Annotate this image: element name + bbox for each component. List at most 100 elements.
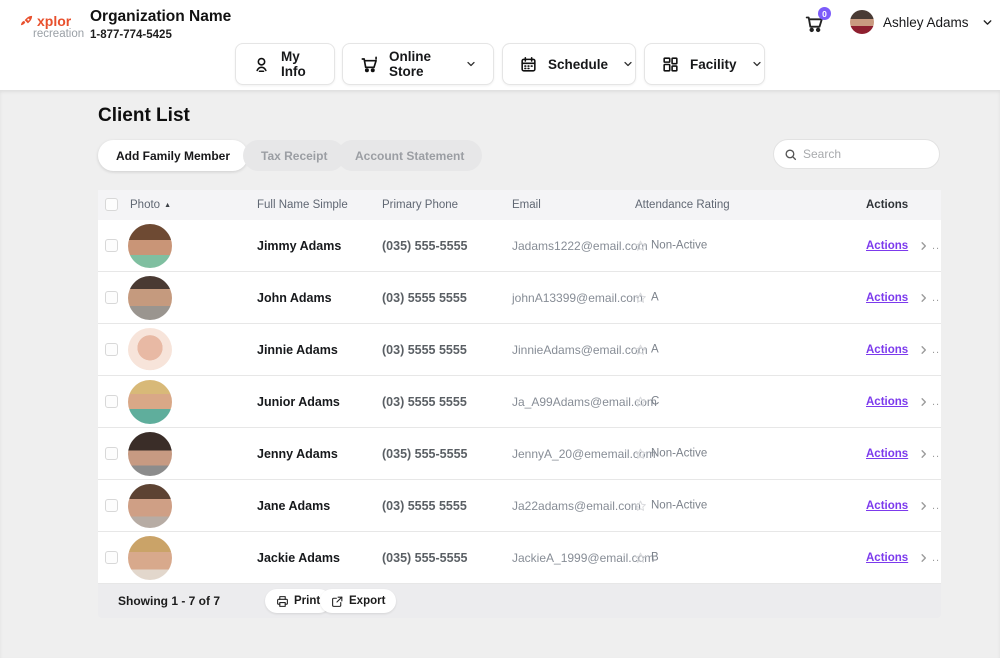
row-checkbox[interactable] bbox=[105, 499, 118, 512]
row-checkbox[interactable] bbox=[105, 343, 118, 356]
actions-link[interactable]: Actions bbox=[866, 396, 908, 408]
column-header-phone[interactable]: Primary Phone bbox=[382, 199, 458, 211]
nav-label: Schedule bbox=[548, 56, 609, 72]
account-statement-button[interactable]: Account Statement bbox=[337, 140, 483, 171]
client-email: Ja22adams@email.com bbox=[512, 498, 641, 513]
chevron-right-icon[interactable] bbox=[918, 344, 929, 355]
client-name: Jenny Adams bbox=[257, 446, 338, 461]
column-header-full-name[interactable]: Full Name Simple bbox=[257, 199, 348, 211]
header-cart-button[interactable]: 0 bbox=[803, 7, 831, 34]
actions-link[interactable]: Actions bbox=[866, 292, 908, 304]
actions-link[interactable]: Actions bbox=[866, 500, 908, 512]
more-options-icon[interactable]: .. bbox=[932, 500, 940, 512]
chevron-right-icon[interactable] bbox=[918, 552, 929, 563]
column-header-attendance[interactable]: Attendance Rating bbox=[635, 199, 730, 211]
client-email: johnA13399@email.com bbox=[512, 290, 643, 305]
row-checkbox[interactable] bbox=[105, 551, 118, 564]
more-options-icon[interactable]: .. bbox=[932, 552, 940, 564]
select-all-checkbox[interactable] bbox=[105, 198, 118, 211]
nav-schedule-button[interactable]: Schedule bbox=[502, 43, 636, 85]
actions-link[interactable]: Actions bbox=[866, 552, 908, 564]
nav-my-info-button[interactable]: My Info bbox=[235, 43, 335, 85]
logo-brand-text: xplor bbox=[37, 13, 72, 29]
screen: xplor recreation Organization Name 1-877… bbox=[0, 0, 1000, 658]
calendar-icon bbox=[519, 55, 538, 74]
actions-link[interactable]: Actions bbox=[866, 240, 908, 252]
search-icon bbox=[784, 148, 797, 161]
client-name: Jimmy Adams bbox=[257, 238, 342, 253]
chevron-down-icon bbox=[981, 16, 994, 29]
more-options-icon[interactable]: .. bbox=[932, 396, 940, 408]
nav-label: Online Store bbox=[389, 49, 432, 79]
logo-sub-text: recreation bbox=[33, 28, 85, 40]
printer-icon bbox=[276, 595, 289, 608]
chevron-down-icon bbox=[465, 58, 477, 70]
row-checkbox[interactable] bbox=[105, 447, 118, 460]
attendance-rating: B bbox=[634, 551, 659, 564]
chevron-right-icon[interactable] bbox=[918, 240, 929, 251]
star-icon bbox=[635, 396, 646, 407]
client-name: Junior Adams bbox=[257, 394, 340, 409]
button-label: Add Family Member bbox=[116, 148, 231, 163]
table-header-row: Photo ▲ Full Name Simple Primary Phone E… bbox=[98, 190, 941, 220]
client-photo bbox=[128, 380, 172, 424]
rating-label: Non-Active bbox=[651, 447, 708, 460]
table-row: Jackie Adams (035) 555-5555 JackieA_1999… bbox=[98, 532, 941, 584]
more-options-icon[interactable]: .. bbox=[932, 344, 940, 356]
star-icon bbox=[635, 500, 646, 511]
client-photo bbox=[128, 328, 172, 372]
table-footer: Showing 1 - 7 of 7 Print Export bbox=[98, 584, 941, 618]
chevron-down-icon bbox=[751, 58, 763, 70]
client-photo bbox=[128, 224, 172, 268]
actions-link[interactable]: Actions bbox=[866, 448, 908, 460]
chevron-right-icon[interactable] bbox=[918, 396, 929, 407]
rating-label: A bbox=[651, 291, 659, 304]
export-button[interactable]: Export bbox=[320, 589, 397, 613]
xplor-logo[interactable]: xplor recreation bbox=[19, 13, 84, 40]
client-phone: (035) 555-5555 bbox=[382, 446, 468, 461]
star-icon bbox=[635, 344, 646, 355]
button-label: Tax Receipt bbox=[261, 148, 328, 163]
table-row: Junior Adams (03) 5555 5555 Ja_A99Adams@… bbox=[98, 376, 941, 428]
top-header: xplor recreation Organization Name 1-877… bbox=[0, 0, 1000, 90]
more-options-icon[interactable]: .. bbox=[932, 292, 940, 304]
search-input[interactable] bbox=[803, 147, 923, 161]
chevron-down-icon bbox=[622, 58, 634, 70]
search-box[interactable] bbox=[773, 139, 940, 169]
client-phone: (035) 555-5555 bbox=[382, 550, 468, 565]
nav-label: My Info bbox=[281, 49, 306, 79]
column-header-email[interactable]: Email bbox=[512, 199, 541, 211]
client-phone: (03) 5555 5555 bbox=[382, 290, 467, 305]
row-checkbox[interactable] bbox=[105, 239, 118, 252]
add-family-member-button[interactable]: Add Family Member bbox=[98, 140, 249, 171]
more-options-icon[interactable]: .. bbox=[932, 448, 940, 460]
user-avatar bbox=[850, 10, 874, 34]
client-name: John Adams bbox=[257, 290, 332, 305]
attendance-rating: Non-Active bbox=[634, 239, 707, 252]
export-icon bbox=[331, 595, 344, 608]
more-options-icon[interactable]: .. bbox=[932, 240, 940, 252]
client-name: Jane Adams bbox=[257, 498, 331, 513]
attendance-rating: Non-Active bbox=[634, 499, 707, 512]
tax-receipt-button[interactable]: Tax Receipt bbox=[243, 140, 346, 171]
star-icon bbox=[635, 292, 646, 303]
column-label: Photo bbox=[130, 199, 161, 211]
actions-link[interactable]: Actions bbox=[866, 344, 908, 356]
user-menu[interactable]: Ashley Adams bbox=[850, 10, 994, 34]
client-table: Photo ▲ Full Name Simple Primary Phone E… bbox=[98, 190, 941, 618]
org-block: Organization Name 1-877-774-5425 bbox=[90, 8, 231, 41]
table-row: John Adams (03) 5555 5555 johnA13399@ema… bbox=[98, 272, 941, 324]
cart-icon bbox=[359, 54, 379, 74]
column-header-photo[interactable]: Photo ▲ bbox=[130, 199, 171, 211]
column-header-actions: Actions bbox=[866, 199, 909, 211]
rating-label: A bbox=[651, 343, 659, 356]
button-label: Export bbox=[349, 595, 386, 607]
row-checkbox[interactable] bbox=[105, 395, 118, 408]
nav-label: Facility bbox=[690, 56, 737, 72]
chevron-right-icon[interactable] bbox=[918, 292, 929, 303]
row-checkbox[interactable] bbox=[105, 291, 118, 304]
nav-online-store-button[interactable]: Online Store bbox=[342, 43, 494, 85]
nav-facility-button[interactable]: Facility bbox=[644, 43, 765, 85]
chevron-right-icon[interactable] bbox=[918, 500, 929, 511]
chevron-right-icon[interactable] bbox=[918, 448, 929, 459]
